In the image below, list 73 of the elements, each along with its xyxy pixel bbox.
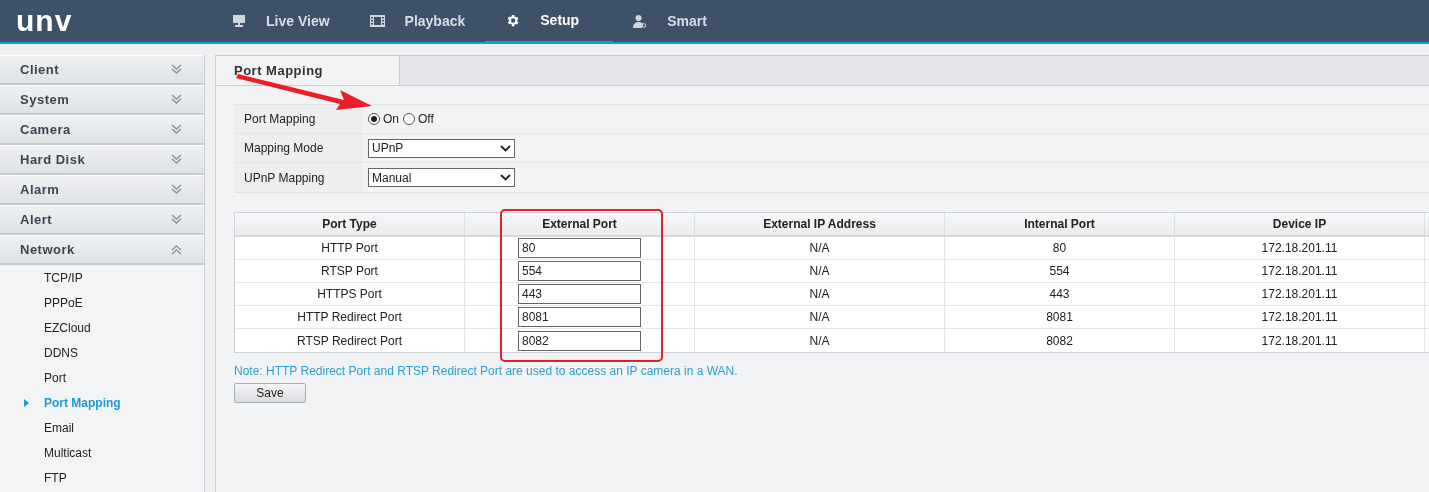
port-input[interactable]: 8081 (518, 307, 641, 327)
sidebar-section[interactable]: Hard Disk (0, 145, 204, 175)
sidebar-item[interactable]: DDNS (0, 340, 204, 365)
field-label: Mapping Mode (234, 134, 363, 162)
table-cell: N/A (695, 329, 945, 352)
caret-icon (500, 174, 511, 181)
sidebar-section[interactable]: System (0, 85, 204, 115)
table-cell: N/A (695, 237, 945, 259)
table-cell: HTTP Port (235, 237, 465, 259)
port-input[interactable]: 8082 (518, 330, 641, 351)
nav-tab[interactable]: Live View (212, 0, 350, 42)
nav-tab[interactable]: Smart (613, 0, 727, 42)
monitor-icon (232, 14, 246, 28)
table-cell: 554 (945, 260, 1175, 282)
sidebar-item[interactable]: EZCloud (0, 315, 204, 340)
table-cell: RTSP Redirect Port (235, 329, 465, 352)
sidebar-item[interactable]: TCP/IP (0, 265, 204, 290)
table-cell: 8081 (945, 306, 1175, 328)
sidebar-item[interactable]: Multicast (0, 440, 204, 465)
gear-icon (505, 13, 521, 28)
collapse-icon (171, 244, 182, 255)
sidebar-section[interactable]: Alarm (0, 175, 204, 205)
table-cell: 172.18.201.11 (1175, 260, 1425, 282)
field-label: Port Mapping (234, 105, 363, 133)
sidebar-section[interactable]: Alert (0, 205, 204, 235)
expand-icon (171, 214, 182, 225)
logo: unv (16, 6, 73, 36)
column-header: Device IP (1175, 213, 1425, 235)
table-cell: RTSP Port (235, 260, 465, 282)
sidebar-section[interactable]: Client (0, 55, 204, 85)
column-header: External Port (465, 213, 695, 235)
table-cell: 172.18.201.11 (1175, 306, 1425, 328)
save-button[interactable]: Save (234, 383, 306, 403)
port-input[interactable]: 554 (518, 261, 641, 281)
note-text: Note: HTTP Redirect Port and RTSP Redirect Port are used to access an IP camera in a WAN. (234, 363, 739, 380)
sidebar-item[interactable]: FTP (0, 465, 204, 490)
table-cell: 80 (945, 237, 1175, 259)
table-cell: N/A (695, 306, 945, 328)
caret-icon (500, 144, 511, 152)
expand-icon (171, 184, 182, 195)
sidebar-section[interactable]: Network (0, 235, 204, 265)
page-tab[interactable]: Port Mapping (216, 56, 400, 85)
sidebar-item[interactable]: Port (0, 365, 204, 390)
radio-option[interactable]: On (368, 110, 399, 128)
column-header: External IP Address (695, 213, 945, 235)
port-input[interactable]: 80 (518, 238, 641, 258)
port-input[interactable]: 443 (518, 284, 641, 304)
pointer-icon (24, 398, 29, 407)
table-cell: 172.18.201.11 (1175, 329, 1425, 352)
table-cell: N/A (695, 283, 945, 305)
table-cell: 172.18.201.11 (1175, 283, 1425, 305)
table-cell: HTTPS Port (235, 283, 465, 305)
dropdown[interactable]: UPnP (368, 138, 515, 158)
table-cell: 443 (945, 283, 1175, 305)
column-header: Port Type (235, 213, 465, 235)
table-cell: 172.18.201.11 (1175, 237, 1425, 259)
expand-icon (171, 124, 182, 135)
person-icon (633, 14, 648, 28)
expand-icon (171, 154, 182, 165)
column-header: Internal Port (945, 213, 1175, 235)
nav-tab[interactable]: Playback (349, 0, 486, 42)
film-icon (369, 15, 385, 27)
sidebar-item[interactable]: PPPoE (0, 290, 204, 315)
table-cell: 8082 (945, 329, 1175, 352)
expand-icon (171, 64, 182, 75)
field-label: UPnP Mapping (234, 163, 363, 192)
table-cell: HTTP Redirect Port (235, 306, 465, 328)
expand-icon (171, 94, 182, 105)
table-cell: N/A (695, 260, 945, 282)
radio-option[interactable]: Off (403, 110, 434, 128)
sidebar-item[interactable]: Email (0, 415, 204, 440)
sidebar-section[interactable]: Camera (0, 115, 204, 145)
dropdown[interactable]: Manual (368, 168, 515, 187)
